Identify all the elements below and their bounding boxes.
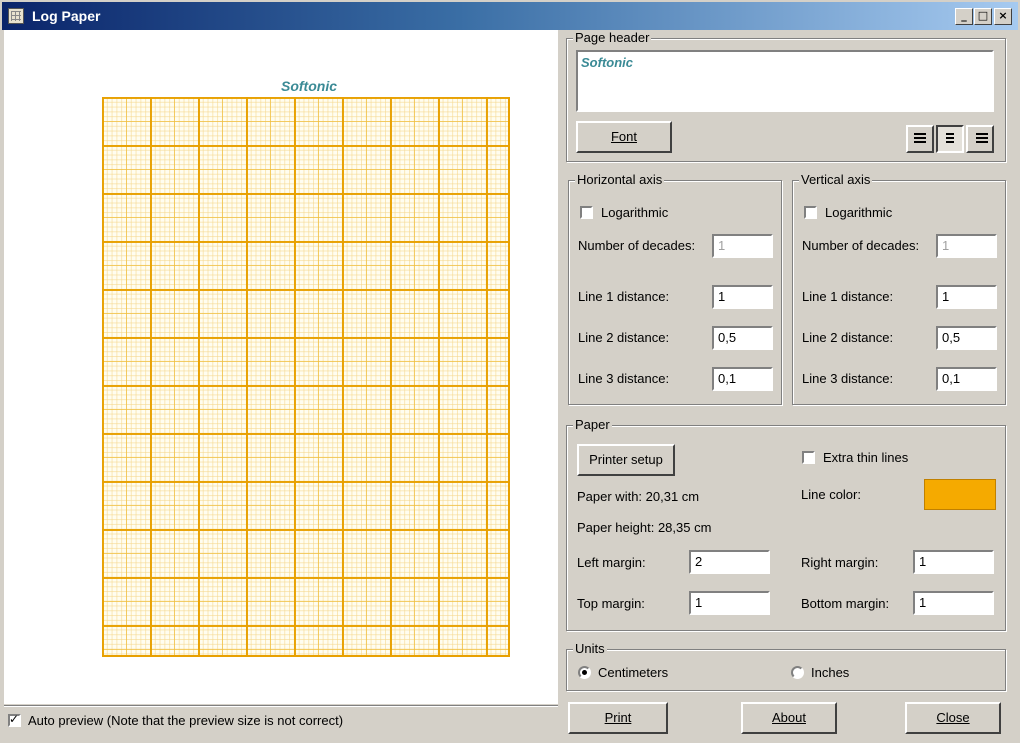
top-margin-label: Top margin: — [577, 596, 645, 611]
print-button-label: Print — [604, 710, 632, 725]
align-left-icon — [914, 133, 926, 145]
font-button[interactable]: Font — [576, 121, 672, 153]
inches-radio[interactable] — [791, 666, 804, 679]
printer-setup-button[interactable]: Printer setup — [577, 444, 675, 476]
vertical-line3-input[interactable]: 0,1 — [936, 367, 997, 391]
extra-thin-lines-checkbox[interactable] — [802, 451, 815, 464]
horizontal-decades-input[interactable]: 1 — [712, 234, 773, 258]
vertical-line2-label: Line 2 distance: — [802, 330, 894, 345]
font-button-label: Font — [610, 129, 637, 144]
bottom-margin-input[interactable]: 1 — [913, 591, 994, 615]
vertical-logarithmic-checkbox[interactable] — [804, 206, 817, 219]
centimeters-label: Centimeters — [598, 665, 669, 680]
graph-paper-grid — [102, 97, 510, 657]
vertical-line1-input[interactable]: 1 — [936, 285, 997, 309]
auto-preview-checkbox[interactable] — [8, 712, 21, 727]
paper-width-text: Paper with: 20,31 cm — [577, 489, 700, 504]
vertical-line3-label: Line 3 distance: — [802, 371, 894, 386]
log-paper-window: Log Paper _ □ × Softonic Page header Sof… — [0, 0, 1020, 743]
paper-height-text: Paper height: 28,35 cm — [577, 520, 712, 535]
align-right-button[interactable] — [966, 125, 994, 153]
preview-separator — [4, 705, 558, 707]
align-center-button[interactable] — [936, 125, 964, 153]
title-bar[interactable]: Log Paper _ □ × — [2, 2, 1018, 30]
about-button[interactable]: About — [741, 702, 837, 734]
horizontal-line1-label: Line 1 distance: — [578, 289, 670, 304]
inches-label: Inches — [811, 665, 850, 680]
window-title: Log Paper — [32, 8, 101, 24]
align-left-button[interactable] — [906, 125, 934, 153]
extra-thin-lines-label: Extra thin lines — [823, 450, 909, 465]
vertical-line1-label: Line 1 distance: — [802, 289, 894, 304]
close-button-label: Close — [936, 710, 970, 725]
units-legend: Units — [573, 641, 607, 657]
preview-header-text: Softonic — [281, 78, 337, 94]
vertical-logarithmic-label: Logarithmic — [825, 205, 893, 220]
close-window-button[interactable]: × — [994, 8, 1012, 25]
right-margin-input[interactable]: 1 — [913, 550, 994, 574]
print-button[interactable]: Print — [568, 702, 668, 734]
horizontal-line2-label: Line 2 distance: — [578, 330, 670, 345]
horizontal-axis-legend: Horizontal axis — [575, 172, 665, 188]
left-margin-input[interactable]: 2 — [689, 550, 770, 574]
centimeters-radio[interactable] — [578, 666, 591, 679]
right-margin-label: Right margin: — [801, 555, 879, 570]
align-center-icon — [946, 133, 954, 145]
horizontal-logarithmic-label: Logarithmic — [601, 205, 669, 220]
horizontal-logarithmic-checkbox[interactable] — [580, 206, 593, 219]
vertical-line2-input[interactable]: 0,5 — [936, 326, 997, 350]
top-margin-input[interactable]: 1 — [689, 591, 770, 615]
align-right-icon — [976, 133, 988, 145]
vertical-decades-label: Number of decades: — [802, 238, 920, 253]
paper-preview: Softonic — [4, 30, 558, 704]
page-header-input[interactable]: Softonic — [576, 50, 994, 112]
left-margin-label: Left margin: — [577, 555, 646, 570]
line-color-label: Line color: — [801, 487, 861, 502]
paper-legend: Paper — [573, 417, 612, 433]
about-button-label: About — [772, 710, 806, 725]
horizontal-decades-label: Number of decades: — [578, 238, 696, 253]
maximize-button[interactable]: □ — [974, 8, 992, 25]
auto-preview-label: Auto preview (Note that the preview size… — [28, 713, 344, 728]
bottom-margin-label: Bottom margin: — [801, 596, 890, 611]
app-icon — [8, 8, 24, 24]
horizontal-line1-input[interactable]: 1 — [712, 285, 773, 309]
horizontal-line2-input[interactable]: 0,5 — [712, 326, 773, 350]
vertical-axis-legend: Vertical axis — [799, 172, 873, 188]
minimize-button[interactable]: _ — [955, 8, 973, 25]
line-color-swatch[interactable] — [924, 479, 996, 510]
vertical-decades-input[interactable]: 1 — [936, 234, 997, 258]
horizontal-line3-input[interactable]: 0,1 — [712, 367, 773, 391]
close-button[interactable]: Close — [905, 702, 1001, 734]
horizontal-line3-label: Line 3 distance: — [578, 371, 670, 386]
page-header-legend: Page header — [573, 30, 652, 46]
